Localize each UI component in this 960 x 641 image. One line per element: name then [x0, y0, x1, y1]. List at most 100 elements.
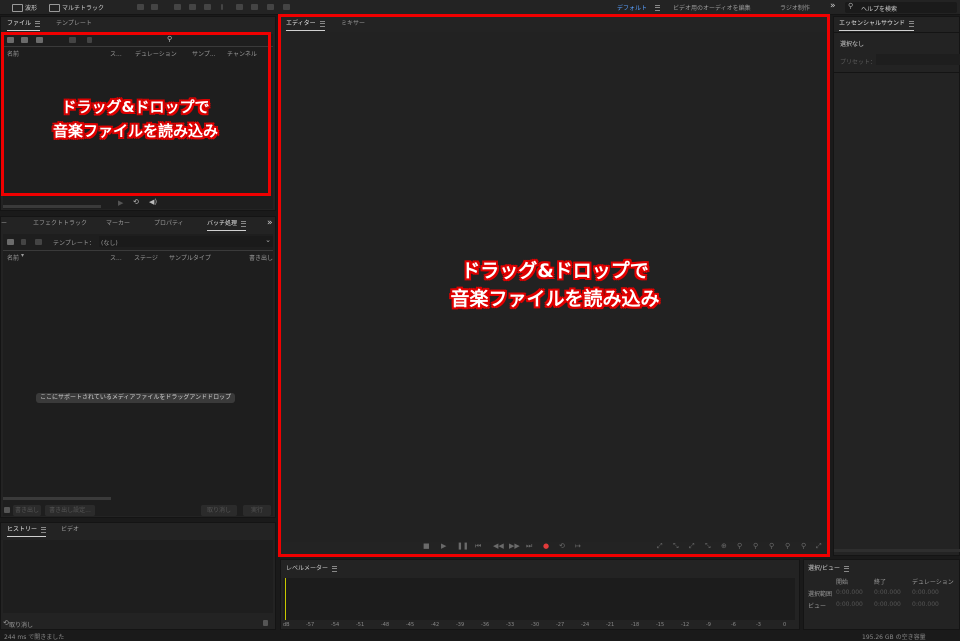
spectral-display-icon[interactable]: [137, 4, 144, 10]
export-settings-button[interactable]: 書き出し設定...: [45, 505, 95, 516]
status-bar-text: 244 ms で開きました: [4, 634, 65, 641]
help-search-box[interactable]: ⚲ ヘルプを検索: [845, 2, 957, 13]
column-start: 開始: [836, 579, 849, 586]
tabs-more-icon[interactable]: »: [267, 218, 273, 228]
history-delete-icon[interactable]: [263, 620, 268, 626]
scale-label: -45: [406, 622, 415, 628]
tab-video[interactable]: ビデオ: [61, 523, 79, 537]
batch-scrollbar[interactable]: [3, 497, 111, 500]
tab-level-meter[interactable]: レベルメーター: [286, 562, 338, 576]
tab-markers[interactable]: マーカー: [106, 217, 130, 231]
scale-label: -3: [756, 622, 761, 628]
tab-templates[interactable]: テンプレート: [56, 17, 92, 31]
history-list[interactable]: [3, 540, 273, 613]
annotation-text-files: ドラッグ&ドロップで 音楽ファイルを読み込み: [8, 95, 263, 143]
annotation-small-line2: 音楽ファイルを読み込み: [52, 122, 218, 140]
top-toolbar: 波形 マルチトラック デフォルト ビデオ用のオーディオを編集 ラジオ制作 » ⚲…: [0, 0, 960, 15]
template-select-value: (なし): [101, 240, 118, 247]
scale-label: -27: [556, 622, 565, 628]
panel-menu-icon[interactable]: [35, 20, 41, 27]
file-preview-controls: ▶ ⟲ ◀): [0, 197, 276, 211]
tab-batch[interactable]: バッチ処理: [207, 217, 247, 231]
tab-selection-view[interactable]: 選択/ビュー: [808, 562, 850, 576]
tab-collapsed[interactable]: ー: [1, 217, 7, 231]
panel-menu-icon[interactable]: [332, 565, 338, 572]
scale-label: -51: [356, 622, 365, 628]
tab-files[interactable]: ファイル: [7, 17, 41, 31]
scale-label: -39: [456, 622, 465, 628]
brush-tool-icon[interactable]: [267, 4, 274, 10]
drop-hint: ここにサポートされているメディアファイルをドラッグアンドドロップ: [36, 393, 236, 403]
tab-properties[interactable]: プロパティ: [154, 217, 184, 231]
batch-clear-icon[interactable]: [35, 239, 42, 245]
preview-volume-icon[interactable]: ◀): [149, 198, 157, 206]
workspace-menu-icon[interactable]: [655, 5, 660, 11]
view-duration-value[interactable]: 0:00.000: [912, 601, 939, 608]
razor-tool-icon[interactable]: [189, 4, 196, 10]
undo-icon[interactable]: ⟲: [3, 619, 9, 627]
column-stage[interactable]: ステージ: [134, 253, 158, 262]
column-export[interactable]: 書き出し: [249, 253, 273, 262]
column-end: 終了: [874, 579, 887, 586]
scale-label: -9: [706, 622, 711, 628]
panel-menu-icon[interactable]: [844, 565, 850, 572]
column-name[interactable]: 名前: [7, 253, 19, 262]
tab-history[interactable]: ヒストリー: [7, 523, 47, 537]
level-meter-bar: [283, 578, 795, 620]
preset-label: プリセット：: [840, 59, 877, 66]
scale-label: -15: [656, 622, 665, 628]
selection-start-value[interactable]: 0:00.000: [836, 589, 863, 596]
column-status[interactable]: ス...: [110, 253, 122, 262]
workspace-video-audio[interactable]: ビデオ用のオーディオを編集: [673, 3, 751, 12]
scale-label: -48: [381, 622, 390, 628]
workspace-default[interactable]: デフォルト: [617, 3, 647, 12]
panel-menu-icon[interactable]: [909, 20, 915, 27]
batch-delete-icon[interactable]: [21, 239, 26, 245]
annotation-text-editor: ドラッグ&ドロップで 音楽ファイルを読み込み: [380, 257, 730, 313]
panel-menu-icon[interactable]: [41, 526, 47, 533]
workspace-radio[interactable]: ラジオ制作: [780, 3, 810, 12]
waveform-view-icon[interactable]: [12, 4, 23, 12]
spectral-pitch-icon[interactable]: [151, 4, 158, 10]
annotation-large-line1: ドラッグ&ドロップで: [461, 260, 649, 282]
panel-menu-icon[interactable]: [241, 220, 247, 227]
move-tool-icon[interactable]: [174, 4, 181, 10]
essential-scrollbar[interactable]: [834, 549, 960, 552]
time-selection-tool-icon[interactable]: [221, 4, 223, 10]
row-view: ビュー: [808, 603, 827, 610]
slip-tool-icon[interactable]: [204, 4, 211, 10]
batch-list-area[interactable]: テンプレート： (なし) ⌄ 名前 ▾ ス... ステージ サンプルタイプ 書き…: [3, 234, 273, 516]
scale-label: -30: [531, 622, 540, 628]
batch-cancel-button[interactable]: 取り消し: [201, 505, 237, 516]
selection-end-value[interactable]: 0:00.000: [874, 589, 901, 596]
scale-label: -42: [431, 622, 440, 628]
lasso-tool-icon[interactable]: [251, 4, 258, 10]
batch-open-icon[interactable]: [7, 239, 14, 245]
multitrack-view-label[interactable]: マルチトラック: [62, 3, 104, 12]
selection-duration-value[interactable]: 0:00.000: [912, 589, 939, 596]
multitrack-view-icon[interactable]: [49, 4, 60, 12]
batch-header-divider: [3, 250, 273, 251]
preview-loop-icon[interactable]: ⟲: [133, 198, 139, 206]
tab-effects-rack[interactable]: エフェクトトラック: [33, 217, 87, 231]
spot-healing-tool-icon[interactable]: [283, 4, 290, 10]
template-select[interactable]: (なし) ⌄: [99, 236, 273, 247]
essential-divider-2: [834, 72, 960, 73]
level-meter-scale: dB -57 -54 -51 -48 -45 -42 -39 -36 -33 -…: [283, 622, 795, 630]
column-sample-type[interactable]: サンプルタイプ: [169, 253, 211, 262]
view-end-value[interactable]: 0:00.000: [874, 601, 901, 608]
view-start-value[interactable]: 0:00.000: [836, 601, 863, 608]
tab-essential-sound[interactable]: エッセンシャルサウンド: [839, 17, 915, 31]
export-checkbox[interactable]: [4, 507, 10, 513]
scale-label: 0: [783, 622, 787, 628]
preview-play-icon[interactable]: ▶: [118, 199, 123, 207]
annotation-large-line2: 音楽ファイルを読み込み: [450, 288, 660, 310]
waveform-view-label[interactable]: 波形: [25, 3, 37, 12]
batch-run-button[interactable]: 実行: [243, 505, 271, 516]
essential-sound-panel: エッセンシャルサウンド 選択なし プリセット：: [833, 16, 960, 556]
marquee-tool-icon[interactable]: [236, 4, 243, 10]
export-button[interactable]: 書き出し: [13, 505, 41, 516]
selection-view-panel: 選択/ビュー 開始 終了 デュレーション 選択範囲 0:00.000 0:00.…: [803, 559, 960, 630]
workspace-more-icon[interactable]: »: [830, 1, 836, 11]
preset-select[interactable]: [876, 54, 960, 65]
